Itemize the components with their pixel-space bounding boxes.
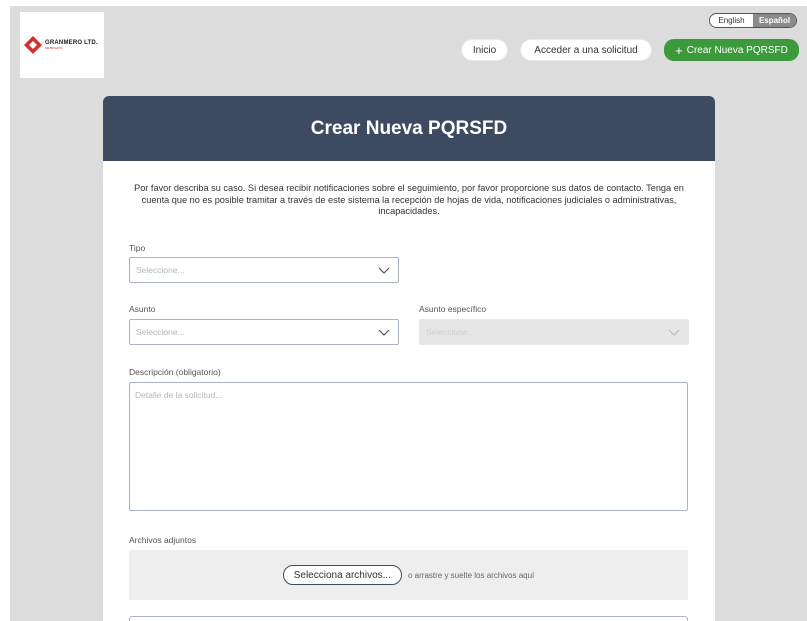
tipo-label: Tipo: [129, 243, 146, 253]
form-title: Crear Nueva PQRSFD: [310, 117, 508, 139]
select-files-button[interactable]: Selecciona archivos...: [282, 565, 402, 585]
language-switch: English Español: [709, 13, 797, 28]
lang-english-option[interactable]: English: [710, 14, 753, 27]
nav-inicio-button[interactable]: Inicio: [462, 40, 507, 60]
file-dropzone[interactable]: Selecciona archivos... o arrastre y suel…: [129, 550, 688, 600]
descripcion-label: Descripción (obligatorio): [129, 367, 221, 377]
lang-spanish-option[interactable]: Español: [753, 14, 796, 27]
asunto-especifico-select: Seleccione...: [419, 319, 689, 345]
next-field-edge: [129, 616, 688, 621]
chevron-down-icon: [378, 267, 390, 274]
form-card: Crear Nueva PQRSFD Por favor describa su…: [103, 96, 715, 621]
form-intro-text: Por favor describa su caso. Si desea rec…: [134, 183, 684, 216]
chevron-down-icon: [668, 329, 680, 336]
nav-acceder-button[interactable]: Acceder a una solicitud: [521, 40, 651, 60]
nav-crear-label: Crear Nueva PQRSFD: [686, 44, 788, 56]
asunto-placeholder: Seleccione...: [136, 327, 185, 337]
descripcion-textarea[interactable]: Detalle de la solicitud...: [129, 382, 688, 511]
dropzone-hint: o arrastre y suelte los archivos aquí: [408, 570, 535, 580]
adjuntos-label: Archivos adjuntos: [129, 535, 197, 545]
company-logo[interactable]: GRANMERO LTD. DE BOGOTA: [20, 12, 104, 78]
nav-crear-button[interactable]: + Crear Nueva PQRSFD: [664, 39, 799, 61]
logo-diamond-icon: [24, 36, 42, 54]
tipo-select[interactable]: Seleccione...: [129, 257, 399, 283]
asunto-especifico-label: Asunto específico: [419, 304, 487, 314]
asunto-especifico-placeholder: Seleccione...: [426, 327, 475, 337]
plus-icon: +: [675, 42, 683, 58]
form-header: Crear Nueva PQRSFD: [103, 96, 715, 161]
asunto-select[interactable]: Seleccione...: [129, 319, 399, 345]
descripcion-placeholder: Detalle de la solicitud...: [135, 390, 223, 400]
tipo-placeholder: Seleccione...: [136, 265, 185, 275]
asunto-label: Asunto: [129, 304, 156, 314]
logo-text: GRANMERO LTD. DE BOGOTA: [45, 40, 98, 50]
brand-subtitle: DE BOGOTA: [45, 46, 63, 50]
chevron-down-icon: [378, 329, 390, 336]
